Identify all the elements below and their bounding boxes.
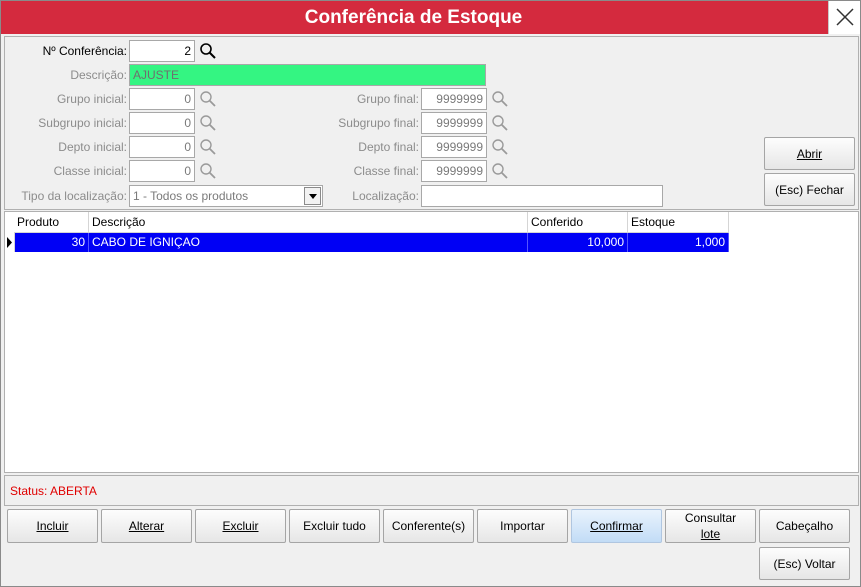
subgrupo-final-input[interactable]: 9999999 — [421, 112, 487, 134]
search-grupo-final-icon[interactable] — [491, 90, 509, 108]
cabecalho-button[interactable]: Cabeçalho — [759, 509, 850, 543]
search-subgrupo-final-icon[interactable] — [491, 114, 509, 132]
column-header-produto[interactable]: Produto — [14, 212, 89, 233]
subgrupo-final-label: Subgrupo final: — [338, 116, 419, 130]
status-bar: Status: ABERTA — [4, 475, 859, 506]
excluir-button-label: Excluir — [222, 519, 259, 533]
tipo-localizacao-select[interactable]: 1 - Todos os produtos — [129, 185, 323, 207]
depto-final-label: Depto final: — [358, 140, 419, 154]
search-subgrupo-inicial-icon[interactable] — [199, 114, 217, 132]
alterar-button[interactable]: Alterar — [101, 509, 192, 543]
excluir-button[interactable]: Excluir — [195, 509, 286, 543]
search-numero-icon[interactable] — [199, 42, 217, 60]
conferentes-button-label: Conferente(s) — [391, 519, 466, 533]
abrir-button[interactable]: Abrir — [764, 137, 855, 170]
search-depto-final-icon[interactable] — [491, 138, 509, 156]
localizacao-label: Localização: — [352, 189, 419, 203]
tipo-localizacao-value: 1 - Todos os produtos — [133, 189, 249, 203]
incluir-button-label: Incluir — [36, 519, 69, 533]
excluir-tudo-button-label: Excluir tudo — [303, 519, 366, 533]
localizacao-input[interactable] — [421, 185, 663, 207]
status-text: Status: ABERTA — [10, 484, 97, 498]
numero-conferencia-input[interactable]: 2 — [129, 40, 195, 62]
classe-final-input[interactable]: 9999999 — [421, 160, 487, 182]
column-header-estoque[interactable]: Estoque — [628, 212, 729, 233]
cell-descricao[interactable]: CABO DE IGNIÇAO — [89, 233, 528, 252]
close-icon — [836, 8, 854, 26]
numero-conferencia-label: Nº Conferência: — [42, 44, 127, 58]
triangle-right-icon — [7, 237, 12, 248]
cell-produto[interactable]: 30 — [15, 233, 89, 252]
cell-estoque[interactable]: 1,000 — [628, 233, 729, 252]
filter-panel: Nº Conferência: 2 Descrição: AJUSTE Grup… — [4, 36, 859, 210]
grupo-final-input[interactable]: 9999999 — [421, 88, 487, 110]
cell-conferido[interactable]: 10,000 — [528, 233, 628, 252]
search-grupo-inicial-icon[interactable] — [199, 90, 217, 108]
consultar-lote-label-line1: Consultar — [684, 511, 737, 525]
incluir-button[interactable]: Incluir — [7, 509, 98, 543]
title-bar: Conferência de Estoque — [1, 1, 860, 34]
alterar-button-label: Alterar — [128, 519, 165, 533]
confirmar-button-label: Confirmar — [590, 519, 643, 533]
descricao-label: Descrição: — [70, 68, 127, 82]
cabecalho-button-label: Cabeçalho — [775, 519, 834, 533]
depto-final-input[interactable]: 9999999 — [421, 136, 487, 158]
column-header-descricao[interactable]: Descrição — [89, 212, 528, 233]
row-indicator — [5, 233, 15, 252]
consultar-lote-button[interactable]: Consultar lote — [665, 509, 756, 543]
grupo-inicial-input[interactable]: 0 — [129, 88, 195, 110]
subgrupo-inicial-label: Subgrupo inicial: — [38, 116, 127, 130]
excluir-tudo-button[interactable]: Excluir tudo — [289, 509, 380, 543]
search-depto-inicial-icon[interactable] — [199, 138, 217, 156]
search-classe-inicial-icon[interactable] — [199, 162, 217, 180]
close-button[interactable] — [828, 1, 860, 34]
classe-final-label: Classe final: — [353, 164, 419, 178]
depto-inicial-label: Depto inicial: — [58, 140, 127, 154]
abrir-button-label: Abrir — [796, 146, 823, 161]
window-title: Conferência de Estoque — [304, 7, 523, 28]
confirmar-button[interactable]: Confirmar — [571, 509, 662, 543]
voltar-button[interactable]: (Esc) Voltar — [759, 547, 850, 580]
column-header-conferido[interactable]: Conferido — [528, 212, 628, 233]
subgrupo-inicial-input[interactable]: 0 — [129, 112, 195, 134]
search-classe-final-icon[interactable] — [491, 162, 509, 180]
grupo-final-label: Grupo final: — [356, 92, 419, 106]
grupo-inicial-label: Grupo inicial: — [56, 92, 127, 106]
descricao-input[interactable]: AJUSTE — [129, 64, 486, 86]
importar-button[interactable]: Importar — [477, 509, 568, 543]
importar-button-label: Importar — [500, 519, 545, 533]
classe-inicial-label: Classe inicial: — [53, 164, 127, 178]
conferencia-window: Conferência de Estoque Nº Conferência: 2… — [0, 0, 861, 587]
consultar-lote-label-line2: lote — [700, 527, 721, 541]
fechar-button-label: (Esc) Fechar — [775, 182, 844, 197]
conferentes-button[interactable]: Conferente(s) — [383, 509, 474, 543]
depto-inicial-input[interactable]: 0 — [129, 136, 195, 158]
tipo-localizacao-label: Tipo da localização: — [21, 189, 127, 203]
voltar-button-label: (Esc) Voltar — [773, 556, 836, 571]
classe-inicial-input[interactable]: 0 — [129, 160, 195, 182]
fechar-button[interactable]: (Esc) Fechar — [764, 173, 855, 206]
items-grid[interactable]: Produto Descrição Conferido Estoque 30 C… — [4, 211, 859, 473]
